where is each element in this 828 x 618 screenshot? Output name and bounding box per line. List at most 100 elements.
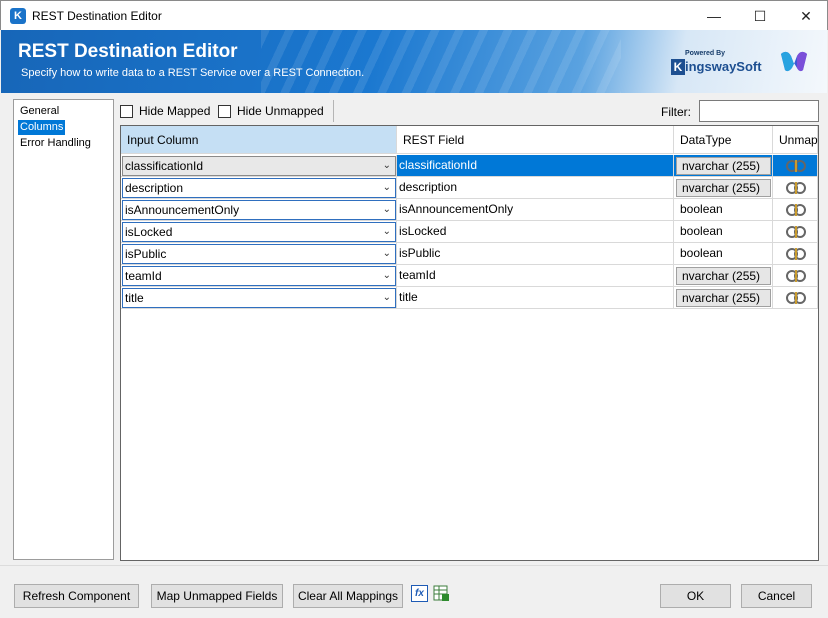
input-column-dropdown[interactable]: description ⌄ — [122, 178, 396, 198]
toolbar-divider — [333, 100, 334, 122]
input-column-dropdown[interactable]: isPublic ⌄ — [122, 244, 396, 264]
input-column-cell: teamId ⌄ — [121, 265, 397, 287]
unmap-icon[interactable] — [785, 225, 807, 239]
unmap-cell — [773, 243, 818, 265]
nav-item-general[interactable]: General — [18, 104, 61, 119]
input-column-cell: title ⌄ — [121, 287, 397, 309]
ok-button[interactable]: OK — [660, 584, 731, 608]
input-column-dropdown[interactable]: teamId ⌄ — [122, 266, 396, 286]
banner-decoration — [261, 30, 621, 93]
datatype-button[interactable]: nvarchar (255) — [676, 267, 771, 285]
chevron-down-icon: ⌄ — [382, 204, 391, 215]
input-column-value: isPublic — [125, 247, 167, 261]
input-column-dropdown[interactable]: title ⌄ — [122, 288, 396, 308]
nav-item-columns[interactable]: Columns — [18, 120, 66, 135]
datatype-cell: boolean — [674, 199, 773, 221]
input-column-value: title — [125, 291, 144, 305]
export-grid-icon[interactable] — [433, 585, 450, 602]
logo-name: ingswaySoft — [685, 59, 762, 74]
header-unmap[interactable]: Unmap — [773, 126, 818, 154]
input-column-value: isLocked — [125, 225, 173, 239]
header-banner: REST Destination Editor Specify how to w… — [1, 30, 827, 93]
maximize-button[interactable]: ☐ — [737, 1, 783, 31]
unmap-cell — [773, 265, 818, 287]
minimize-button[interactable]: — — [691, 1, 737, 31]
input-column-cell: isAnnouncementOnly ⌄ — [121, 199, 397, 221]
columns-toolbar: Hide Mapped Hide Unmapped Filter: — [120, 99, 820, 124]
banner-title: REST Destination Editor — [18, 41, 238, 62]
datatype-value: boolean — [680, 224, 723, 238]
input-column-cell: description ⌄ — [121, 177, 397, 199]
unmap-cell — [773, 177, 818, 199]
input-column-value: teamId — [125, 269, 162, 283]
chevron-down-icon: ⌄ — [382, 248, 391, 259]
input-column-dropdown[interactable]: isLocked ⌄ — [122, 222, 396, 242]
bottom-button-bar: Refresh Component Map Unmapped Fields Cl… — [0, 565, 828, 618]
maximize-icon: ☐ — [753, 8, 767, 24]
clear-all-mappings-button[interactable]: Clear All Mappings — [293, 584, 403, 608]
cancel-button[interactable]: Cancel — [741, 584, 812, 608]
input-column-value: isAnnouncementOnly — [125, 203, 240, 217]
input-column-value: description — [125, 181, 184, 195]
fx-expression-icon[interactable]: fx — [411, 585, 428, 602]
filter-label: Filter: — [661, 105, 691, 119]
input-column-cell: classificationId ⌄ — [121, 155, 397, 177]
banner-subtitle: Specify how to write data to a REST Serv… — [21, 67, 365, 79]
unmap-cell — [773, 155, 818, 177]
side-navigation: General Columns Error Handling — [13, 99, 114, 560]
unmap-icon[interactable] — [785, 203, 807, 217]
header-input-column[interactable]: Input Column — [121, 126, 397, 154]
minimize-icon: — — [707, 8, 721, 24]
unmap-icon[interactable] — [785, 291, 807, 305]
hide-unmapped-checkbox[interactable] — [218, 105, 231, 118]
input-column-dropdown[interactable]: isAnnouncementOnly ⌄ — [122, 200, 396, 220]
unmap-icon[interactable] — [785, 269, 807, 283]
rest-field-cell: isAnnouncementOnly — [397, 199, 674, 221]
map-unmapped-fields-button[interactable]: Map Unmapped Fields — [151, 584, 283, 608]
chevron-down-icon: ⌄ — [382, 270, 391, 281]
table-row[interactable]: isPublic ⌄ isPublic boolean — [121, 243, 818, 265]
unmap-icon[interactable] — [785, 181, 807, 195]
input-column-value: classificationId — [125, 159, 204, 173]
title-bar: K REST Destination Editor — ☐ ✕ — [0, 0, 828, 30]
hide-unmapped-label: Hide Unmapped — [237, 104, 324, 118]
rest-field-cell: teamId — [397, 265, 674, 287]
header-datatype[interactable]: DataType — [674, 126, 773, 154]
refresh-component-button[interactable]: Refresh Component — [14, 584, 139, 608]
close-icon: ✕ — [800, 8, 812, 24]
datatype-button[interactable]: nvarchar (255) — [676, 157, 771, 175]
window-title: REST Destination Editor — [32, 9, 162, 23]
close-button[interactable]: ✕ — [783, 1, 828, 31]
input-column-cell: isLocked ⌄ — [121, 221, 397, 243]
teams-logo-icon — [781, 51, 807, 72]
nav-item-error-handling[interactable]: Error Handling — [18, 136, 93, 151]
unmap-cell — [773, 287, 818, 309]
datatype-button[interactable]: nvarchar (255) — [676, 289, 771, 307]
column-mapping-grid: Input Column REST Field DataType Unmap c… — [120, 125, 819, 561]
hide-mapped-checkbox[interactable] — [120, 105, 133, 118]
table-row[interactable]: classificationId ⌄ classificationId nvarcha… — [121, 155, 818, 177]
header-rest-field[interactable]: REST Field — [397, 126, 674, 154]
datatype-value: boolean — [680, 202, 723, 216]
input-column-dropdown[interactable]: classificationId ⌄ — [122, 156, 396, 176]
unmap-cell — [773, 221, 818, 243]
datatype-cell: nvarchar (255) — [674, 287, 773, 309]
filter-input[interactable] — [699, 100, 819, 122]
table-row[interactable]: description ⌄ description nvarchar (255) — [121, 177, 818, 199]
kingswaysoft-logo: Powered By K ingswaySoft — [671, 50, 762, 82]
unmap-icon[interactable] — [785, 247, 807, 261]
table-row[interactable]: teamId ⌄ teamId nvarchar (255) — [121, 265, 818, 287]
datatype-cell: boolean — [674, 221, 773, 243]
unmap-icon[interactable] — [785, 159, 807, 173]
datatype-button[interactable]: nvarchar (255) — [676, 179, 771, 197]
datatype-value: boolean — [680, 246, 723, 260]
datatype-cell: nvarchar (255) — [674, 177, 773, 199]
rest-field-cell: description — [397, 177, 674, 199]
input-column-cell: isPublic ⌄ — [121, 243, 397, 265]
datatype-cell: boolean — [674, 243, 773, 265]
logo-k-mark: K — [671, 59, 685, 75]
hide-mapped-label: Hide Mapped — [139, 104, 211, 118]
table-row[interactable]: isAnnouncementOnly ⌄ isAnnouncementOnly boo… — [121, 199, 818, 221]
table-row[interactable]: title ⌄ title nvarchar (255) — [121, 287, 818, 309]
table-row[interactable]: isLocked ⌄ isLocked boolean — [121, 221, 818, 243]
